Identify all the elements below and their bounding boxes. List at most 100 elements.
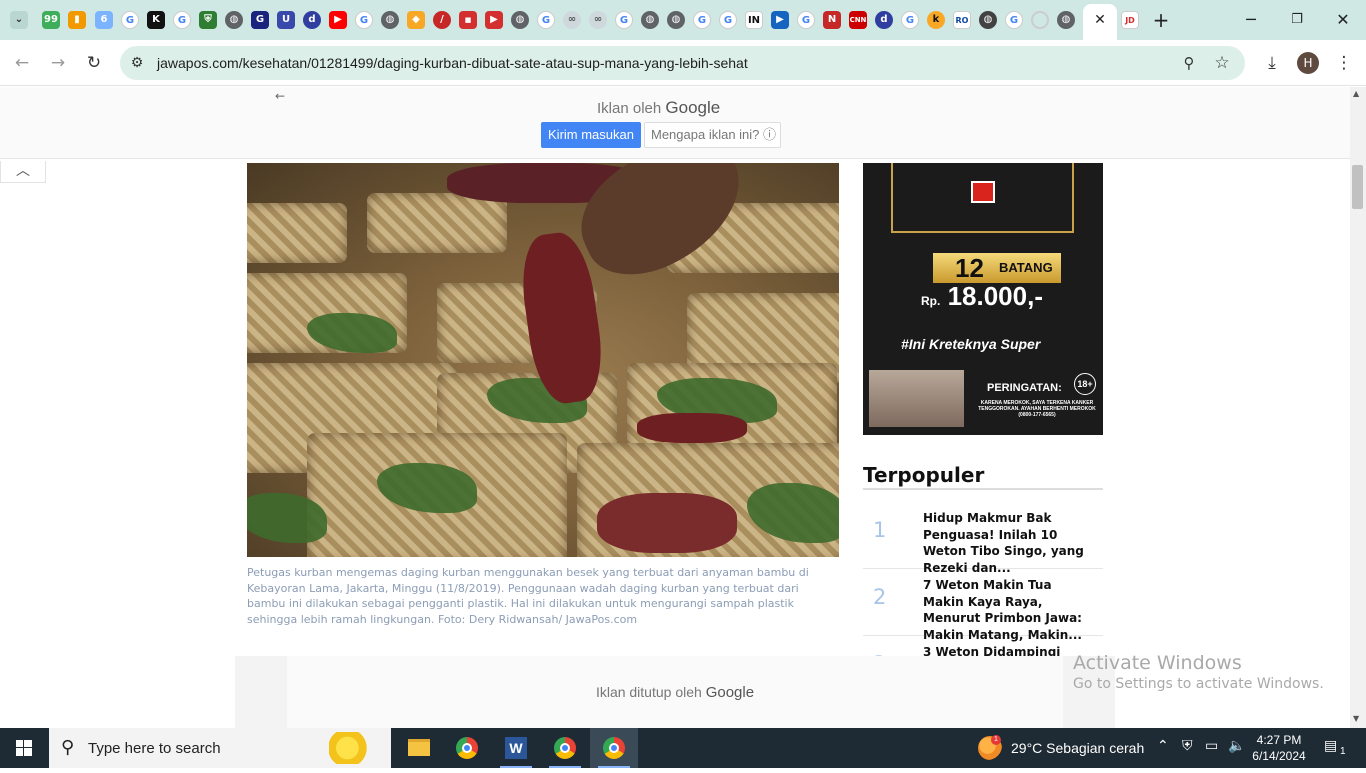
globe-tab-icon[interactable]: ◍ (381, 11, 399, 29)
satu-tab-icon[interactable]: ■ (459, 11, 477, 29)
google-tab-icon[interactable]: G (693, 11, 711, 29)
youtube-tab-icon[interactable]: ▶ (485, 11, 503, 29)
word-icon[interactable]: W (492, 728, 540, 768)
url-text[interactable]: jawapos.com/kesehatan/01281499/daging-ku… (157, 55, 748, 71)
web-page: ← Iklan oleh Google Kirim masukan Mengap… (0, 87, 1366, 728)
doc-tab-icon[interactable]: 6 (95, 11, 113, 29)
globe-tab-icon[interactable]: ◍ (667, 11, 685, 29)
active-tab[interactable]: ✕ (1083, 4, 1117, 40)
cnn-tab-icon[interactable]: CNN (849, 11, 867, 29)
notification-count: 1 (1340, 746, 1346, 757)
site-info-icon[interactable]: ⚙ (125, 51, 149, 75)
google-tab-icon[interactable]: G (901, 11, 919, 29)
ad-warning-text: KARENA MEROKOK, SAYA TERKENA KANKER TENG… (978, 400, 1096, 418)
chrome-icon[interactable] (443, 728, 491, 768)
start-button[interactable] (0, 728, 48, 768)
send-feedback-button[interactable]: Kirim masukan (541, 122, 641, 148)
new-tab-icon[interactable]: + (1149, 8, 1173, 32)
notification-icon[interactable]: ▤ (1324, 738, 1337, 754)
chevron-up-icon[interactable]: ⌃ (1157, 738, 1169, 754)
ro-tab-icon[interactable]: RO (953, 11, 971, 29)
google-tab-icon[interactable]: G (615, 11, 633, 29)
clock-time: 4:27 PM (1256, 733, 1302, 747)
scroll-thumb[interactable] (1352, 165, 1363, 209)
play-tab-icon[interactable]: ▶ (771, 11, 789, 29)
link-tab-icon[interactable]: ∞ (589, 11, 607, 29)
collapse-ad-button[interactable]: ︿ (0, 161, 46, 183)
cigarette-ad[interactable]: 12 BATANG Rp. 18.000,- #Ini Kreteknya Su… (863, 163, 1103, 435)
address-bar[interactable]: ⚙ jawapos.com/kesehatan/01281499/daging-… (120, 46, 1245, 80)
g-tab-icon[interactable]: G (251, 11, 269, 29)
ad-count: 12 (955, 253, 984, 283)
scroll-down-icon[interactable]: ▼ (1353, 714, 1359, 723)
ad-back-icon[interactable]: ← (275, 89, 285, 103)
close-window-icon[interactable]: ✕ (1320, 8, 1366, 32)
news-tab-icon[interactable]: ◆ (407, 11, 425, 29)
d-tab-icon[interactable]: d (303, 11, 321, 29)
shield-tab-icon[interactable]: ⛨ (199, 11, 217, 29)
search-placeholder: Type here to search (88, 740, 221, 757)
popular-link[interactable]: 7 Weton Makin Tua Makin Kaya Raya, Menur… (923, 577, 1093, 643)
chrome-profile-icon[interactable] (541, 728, 589, 768)
menu-icon[interactable]: ⋮ (1332, 51, 1356, 75)
minimize-icon[interactable]: ─ (1228, 8, 1274, 32)
slash-tab-icon[interactable]: / (433, 11, 451, 29)
n-tab-icon[interactable]: N (823, 11, 841, 29)
google-tab-icon[interactable]: G (121, 11, 139, 29)
popular-item[interactable]: 1 Hidup Makmur Bak Penguasa! Inilah 10 W… (863, 508, 1103, 575)
tab-search-icon[interactable]: ⌄ (10, 11, 28, 29)
google-tab-icon[interactable]: G (719, 11, 737, 29)
google-tab-icon[interactable]: G (173, 11, 191, 29)
link-tab-icon[interactable]: ∞ (563, 11, 581, 29)
bottom-ad-closed: Iklan ditutup oleh Google (235, 656, 1115, 728)
back-icon[interactable]: ← (10, 51, 34, 75)
tab-strip: ⌄ 99 ▮ 6 G K G ⛨ ◍ G U d ▶ G ◍ ◆ / ■ ▶ ◍… (0, 0, 1366, 40)
google-tab-icon[interactable]: G (537, 11, 555, 29)
ad-by-label: Iklan oleh (597, 100, 662, 117)
close-tab-icon[interactable]: ✕ (1088, 8, 1112, 32)
network-icon[interactable]: ▭ (1205, 738, 1218, 754)
clock[interactable]: 4:27 PM 6/14/2024 (1247, 732, 1311, 764)
globe-tab-icon[interactable]: ◍ (641, 11, 659, 29)
globe-tab-icon[interactable]: ◍ (225, 11, 243, 29)
globe-tab-icon[interactable]: ◍ (1057, 11, 1075, 29)
globe-tab-icon[interactable]: ◍ (511, 11, 529, 29)
popular-item[interactable]: 2 7 Weton Makin Tua Makin Kaya Raya, Men… (863, 575, 1103, 642)
file-explorer-icon[interactable] (394, 728, 442, 768)
shield-tab-icon[interactable]: ◍ (979, 11, 997, 29)
taskbar-search[interactable]: ⚲ Type here to search (49, 728, 391, 768)
google-tab-icon[interactable]: G (797, 11, 815, 29)
bookmark-star-icon[interactable]: ☆ (1210, 51, 1234, 75)
d-tab-icon[interactable]: d (875, 11, 893, 29)
restore-icon[interactable]: ❐ (1274, 8, 1320, 32)
why-this-ad-button[interactable]: Mengapa iklan ini? ⓘ (644, 122, 781, 148)
in-tab-icon[interactable]: IN (745, 11, 763, 29)
jd-tab-icon[interactable]: JD (1121, 11, 1139, 29)
weather-text[interactable]: 29°C Sebagian cerah (1011, 740, 1144, 756)
popular-rank: 2 (873, 585, 887, 609)
profile-avatar[interactable]: H (1297, 52, 1319, 74)
popular-link[interactable]: Hidup Makmur Bak Penguasa! Inilah 10 Wet… (923, 510, 1093, 576)
lemon-icon (329, 732, 375, 764)
ad-closed-by-google: Iklan ditutup oleh Google (287, 684, 1063, 701)
analytics-tab-icon[interactable]: ▮ (68, 11, 86, 29)
ad-batang-banner: 12 BATANG (933, 253, 1061, 283)
u-tab-icon[interactable]: U (277, 11, 295, 29)
volume-icon[interactable]: 🔈 (1228, 738, 1245, 754)
reload-icon[interactable]: ↻ (82, 51, 106, 75)
security-icon[interactable]: ⛨ (1182, 738, 1193, 754)
k-tab-icon[interactable]: K (147, 11, 165, 29)
chrome-active-icon[interactable] (590, 728, 638, 768)
zoom-icon[interactable]: ⚲ (1177, 51, 1201, 75)
scroll-up-icon[interactable]: ▲ (1353, 89, 1359, 98)
google-tab-icon[interactable]: G (355, 11, 373, 29)
k-tab-icon[interactable]: k (927, 11, 945, 29)
youtube-tab-icon[interactable]: ▶ (329, 11, 347, 29)
download-icon[interactable]: ⤓ (1260, 51, 1284, 75)
loading-tab-icon[interactable] (1031, 11, 1049, 29)
gmail-tab-icon[interactable]: 99 (42, 11, 60, 29)
forward-icon[interactable]: → (46, 51, 70, 75)
popular-rank: 1 (873, 518, 887, 542)
popular-divider (863, 488, 1103, 490)
google-tab-icon[interactable]: G (1005, 11, 1023, 29)
